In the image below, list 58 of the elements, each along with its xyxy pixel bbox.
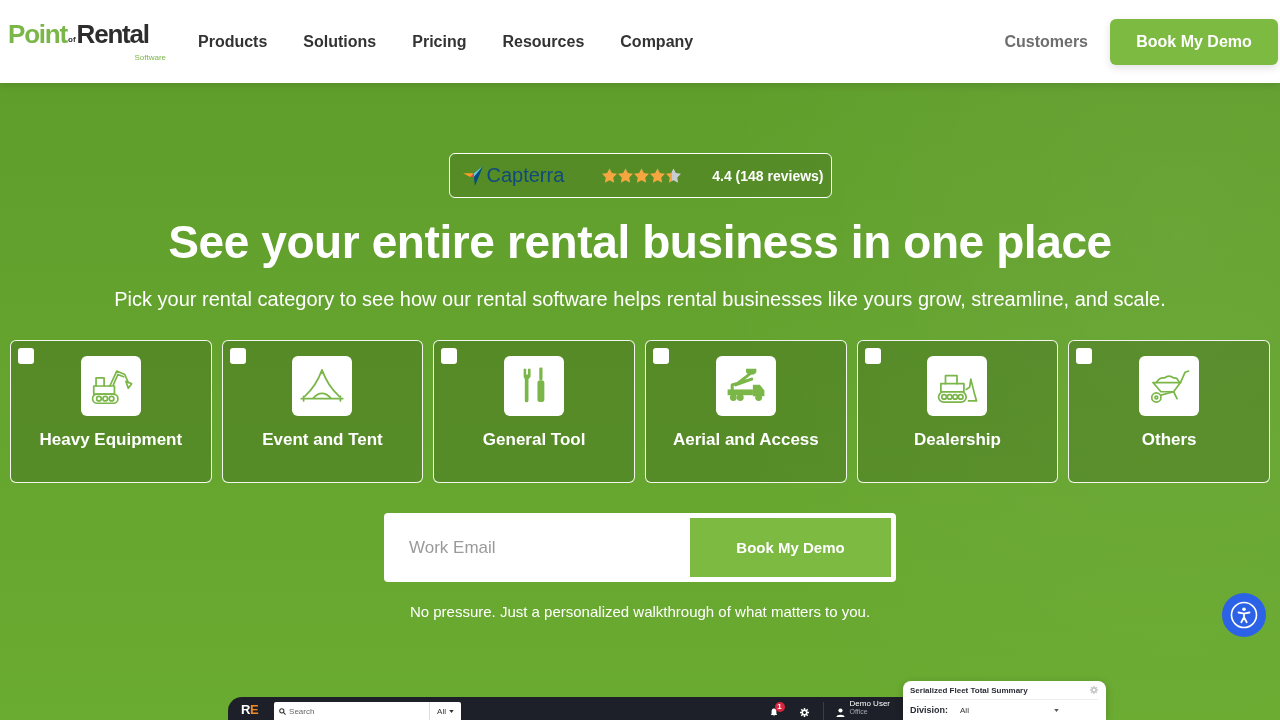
star-icon (666, 168, 682, 183)
wrench-screwdriver-icon (504, 356, 565, 416)
rating-text: 4.4 (148 reviews) (712, 167, 824, 184)
nav-link[interactable]: Products (198, 32, 268, 51)
settings-icon[interactable] (799, 708, 809, 717)
hero-subtitle: Pick your rental category to see how our rental software helps rental businesses like yours grow, streamline, and scale. (114, 287, 1166, 311)
notification-badge: 1 (774, 702, 785, 712)
category-card[interactable]: Aerial and Access (645, 340, 847, 483)
accessibility-icon (1230, 601, 1258, 629)
company-logo[interactable]: Pointof Rental Software (8, 21, 168, 62)
star-icon (602, 168, 618, 183)
rating-badge[interactable]: Capterra 4.4 (148 reviews) (448, 153, 832, 198)
email-form[interactable]: Work Email Book My Demo (384, 513, 896, 582)
user-name: Demo User (849, 699, 890, 708)
brand-name: Capterra (486, 164, 565, 187)
card-title: Serialized Fleet Total Summary (910, 685, 1028, 695)
division-select[interactable]: All (957, 703, 1062, 717)
customers-link[interactable]: Customers (1004, 32, 1088, 51)
filter-dropdown[interactable]: All (429, 702, 462, 720)
checkbox[interactable] (1076, 348, 1093, 364)
book-demo-button[interactable]: Book My Demo (690, 518, 891, 577)
user-icon[interactable] (835, 708, 845, 717)
star-icon (650, 168, 666, 183)
checkbox[interactable] (229, 348, 246, 364)
star-icon (634, 168, 650, 183)
form-note: No pressure. Just a personalized walkthrough of what matters to you. (409, 603, 871, 621)
search-field[interactable]: Search (274, 702, 430, 720)
email-field[interactable]: Work Email (389, 518, 690, 577)
book-demo-button[interactable]: Book My Demo (1110, 18, 1278, 65)
wheelbarrow-icon (1139, 356, 1200, 416)
excavator-icon (80, 356, 141, 416)
checkbox[interactable] (18, 348, 34, 364)
app-logo: RE (241, 702, 259, 717)
filter-label: Division: (910, 705, 948, 715)
tent-icon (292, 356, 353, 416)
nav-link[interactable]: Company (620, 32, 694, 51)
category-card[interactable]: Heavy Equipment (10, 340, 212, 483)
bell-icon[interactable] (769, 708, 778, 717)
boom-truck-icon (715, 356, 776, 416)
bulldozer-icon (927, 356, 988, 416)
logo-icon (462, 165, 485, 186)
nav-link[interactable]: Resources (502, 32, 585, 51)
hero-title: See your entire rental business in one place (168, 215, 1112, 270)
category-card[interactable]: Dealership (856, 340, 1059, 483)
search-input[interactable]: Search (286, 706, 410, 716)
checkbox[interactable] (441, 348, 458, 364)
search-icon (279, 707, 287, 715)
category-card[interactable]: Others (1068, 340, 1270, 483)
category-card[interactable]: General Tool (433, 340, 635, 483)
caret-icon (1054, 708, 1059, 712)
star-icon (618, 168, 634, 183)
category-card[interactable]: Event and Tent (221, 340, 424, 483)
accessibility-button[interactable] (1222, 593, 1266, 637)
caret-icon (449, 709, 454, 713)
checkbox[interactable] (864, 348, 881, 364)
nav-link[interactable]: Pricing (412, 32, 467, 51)
checkbox[interactable] (653, 348, 669, 364)
nav-link[interactable]: Solutions (303, 32, 377, 51)
